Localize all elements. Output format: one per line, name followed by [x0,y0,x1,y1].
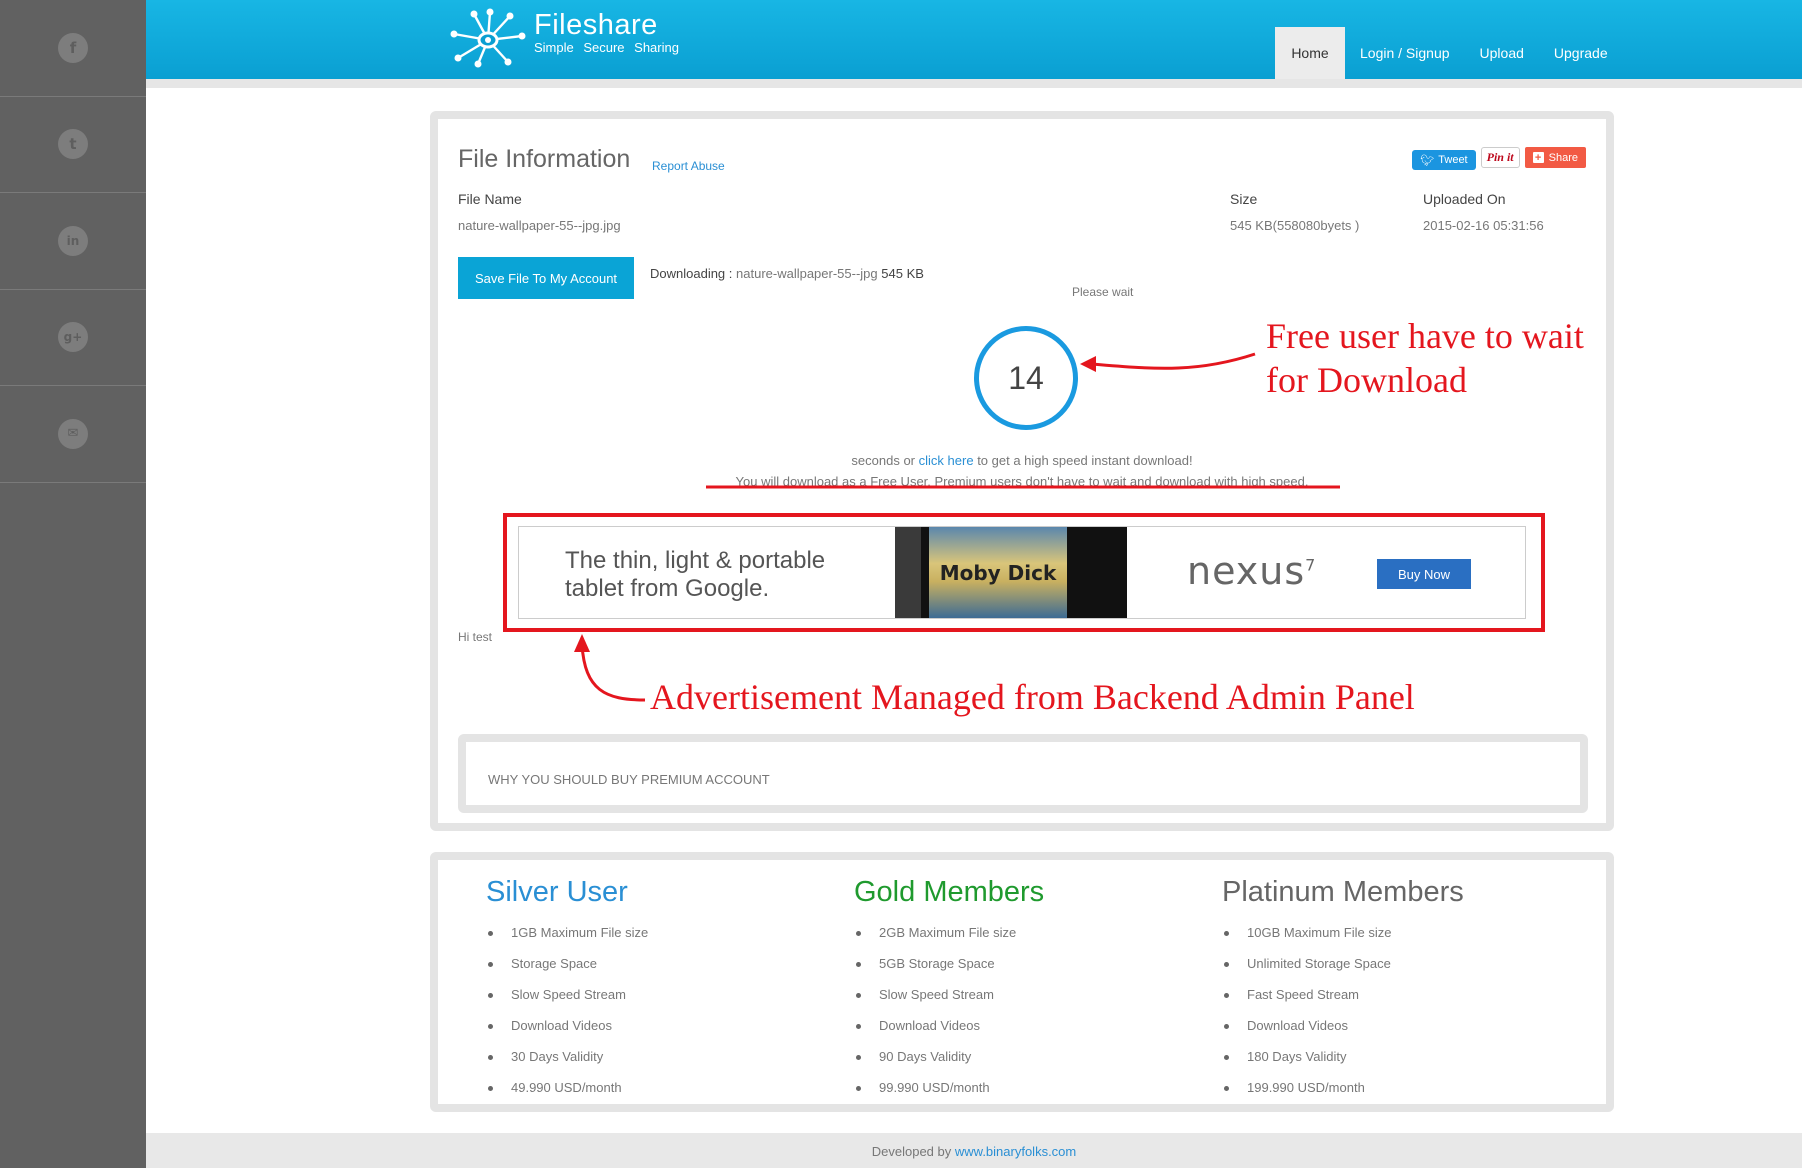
plan-silver: Silver User 1GB Maximum File size Storag… [486,876,648,1103]
plan-gold: Gold Members 2GB Maximum File size 5GB S… [854,876,1044,1103]
network-logo-icon [450,8,526,68]
googleplus-icon[interactable]: g+ [58,322,88,353]
nexus-logo: nexus7 [1187,549,1317,593]
list-item: Download Videos [854,1010,1044,1041]
logo-tagline: Simple Secure Sharing [534,40,679,56]
plan-title: Silver User [486,876,628,908]
twitter-bird-icon: 🐦︎ [1420,154,1435,167]
linkedin-icon[interactable]: in [58,225,88,256]
page-footer: Developed by www.binaryfolks.com [146,1133,1802,1168]
list-item: 2GB Maximum File size [854,917,1044,948]
save-file-button[interactable]: Save File To My Account [458,257,634,299]
list-item: 1GB Maximum File size [486,917,648,948]
report-abuse-link[interactable]: Report Abuse [652,159,725,173]
page-title: File Information [458,145,631,173]
free-user-notice: You will download as a Free User. Premiu… [735,474,1309,489]
file-name-value: nature-wallpaper-55--jpg.jpg [458,218,621,233]
downloading-status: Downloading : nature-wallpaper-55--jpg 5… [650,266,924,281]
nav-upload[interactable]: Upload [1465,27,1539,79]
why-premium-text: WHY YOU SHOULD BUY PREMIUM ACCOUNT [488,772,770,787]
main-nav: Home Login / Signup Upload Upgrade [1275,27,1623,79]
list-item: Slow Speed Stream [486,979,648,1010]
tweet-button[interactable]: 🐦︎ Tweet [1412,150,1476,170]
file-information-card: File Information Report Abuse 🐦︎ Tweet P… [430,111,1614,831]
list-item: Unlimited Storage Space [1222,948,1464,979]
developer-link[interactable]: www.binaryfolks.com [955,1144,1076,1159]
plan-platinum: Platinum Members 10GB Maximum File size … [1222,876,1464,1103]
list-item: 180 Days Validity [1222,1041,1464,1072]
list-item: 90 Days Validity [854,1041,1044,1072]
size-value: 545 KB(558080byets ) [1230,218,1360,233]
plan-title: Gold Members [854,876,1045,908]
list-item: 49.990 USD/month [486,1072,648,1103]
ad-tablet-image: Moby Dick [895,527,1127,618]
share-button[interactable]: + Share [1524,147,1586,168]
list-item: 5GB Storage Space [854,948,1044,979]
wait-annotation: Free user have to wait for Download [1266,316,1584,400]
uploaded-on-label: Uploaded On [1423,191,1506,207]
site-logo[interactable]: Fileshare Simple Secure Sharing [444,6,679,68]
list-item: Download Videos [1222,1010,1464,1041]
share-buttons: 🐦︎ Tweet Pin it + Share [1412,147,1586,170]
moby-dick-cover: Moby Dick [929,527,1067,618]
plus-icon: + [1532,152,1544,164]
uploaded-on-value: 2015-02-16 05:31:56 [1423,218,1544,233]
list-item: 199.990 USD/month [1222,1072,1464,1103]
header-divider [146,79,1802,88]
click-here-link[interactable]: click here [919,453,974,468]
twitter-icon[interactable]: t [58,129,88,160]
list-item: Download Videos [486,1010,648,1041]
high-speed-prompt: seconds or click here to get a high spee… [851,453,1193,468]
nav-login-signup[interactable]: Login / Signup [1345,27,1465,79]
facebook-icon[interactable]: f [58,32,88,63]
list-item: 10GB Maximum File size [1222,917,1464,948]
please-wait-text: Please wait [1072,285,1134,299]
list-item: Storage Space [486,948,648,979]
list-item: 30 Days Validity [486,1041,648,1072]
buy-now-button[interactable]: Buy Now [1377,559,1471,589]
size-label: Size [1230,191,1258,207]
countdown-timer: 14 [974,326,1078,430]
nav-home[interactable]: Home [1275,27,1345,79]
nav-upgrade[interactable]: Upgrade [1539,27,1623,79]
advertisement-banner[interactable]: The thin, light & portable tablet from G… [518,526,1526,619]
logo-title: Fileshare [534,9,658,41]
ad-copy: The thin, light & portable tablet from G… [565,547,826,602]
list-item: 99.990 USD/month [854,1072,1044,1103]
pinit-button[interactable]: Pin it [1480,147,1520,168]
mail-icon[interactable]: ✉ [58,418,88,449]
why-premium-box[interactable]: WHY YOU SHOULD BUY PREMIUM ACCOUNT [458,734,1588,813]
social-sidebar: f t in g+ ✉ [0,0,146,1168]
list-item: Fast Speed Stream [1222,979,1464,1010]
plan-title: Platinum Members [1222,876,1464,908]
list-item: Slow Speed Stream [854,979,1044,1010]
membership-plans: Silver User 1GB Maximum File size Storag… [430,852,1614,1112]
file-name-label: File Name [458,191,522,207]
ad-annotation: Advertisement Managed from Backend Admin… [650,677,1415,717]
hi-test-text: Hi test [458,630,493,644]
